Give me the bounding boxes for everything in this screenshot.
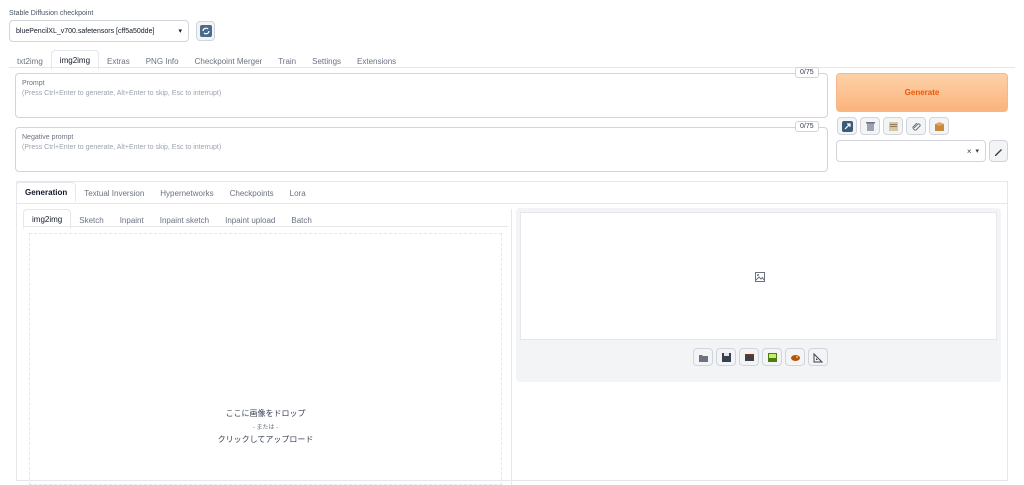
output-actions xyxy=(693,348,828,366)
negative-prompt-input[interactable]: Negative prompt (Press Ctrl+Enter to gen… xyxy=(15,127,828,172)
column-divider xyxy=(511,209,512,485)
generation-tabs-divider xyxy=(16,203,1008,204)
arrow-read-icon xyxy=(841,120,853,132)
generate-button[interactable]: Generate xyxy=(836,73,1008,112)
send-to-extras-icon xyxy=(813,352,823,362)
attach-button[interactable] xyxy=(906,117,926,135)
checkpoint-refresh-button[interactable] xyxy=(196,21,215,41)
generation-tabs: Generation Textual Inversion Hypernetwor… xyxy=(16,182,314,202)
tab-checkpoints[interactable]: Checkpoints xyxy=(222,184,282,202)
tab-lora[interactable]: Lora xyxy=(282,184,314,202)
zip-button[interactable] xyxy=(739,348,759,366)
send-to-extras-button[interactable] xyxy=(808,348,828,366)
checkpoint-value: bluePencilXL_v700.safetensors [cff5a50dd… xyxy=(16,27,155,35)
chevron-down-icon: ▾ xyxy=(975,148,979,155)
open-folder-button[interactable] xyxy=(693,348,713,366)
paperclip-icon xyxy=(911,122,921,131)
refresh-icon xyxy=(199,25,212,37)
folder-icon xyxy=(698,354,708,362)
trash-icon xyxy=(865,121,875,131)
read-params-button[interactable] xyxy=(837,117,857,135)
prompt-title: Prompt xyxy=(22,80,45,87)
checkpoint-label: Stable Diffusion checkpoint xyxy=(9,10,94,17)
negative-prompt-title: Negative prompt xyxy=(22,134,74,141)
save-icon xyxy=(721,352,731,362)
edit-styles-button[interactable] xyxy=(989,140,1008,162)
negative-prompt-placeholder: (Press Ctrl+Enter to generate, Alt+Enter… xyxy=(22,144,222,151)
prompt-token-counter: 0/75 xyxy=(795,67,819,78)
style-tools xyxy=(837,117,949,135)
chevron-down-icon: ▾ xyxy=(178,28,182,35)
image-dropzone[interactable]: ここに画像をドロップ - または - クリックしてアップロード xyxy=(29,233,502,485)
styles-select[interactable]: × ▾ xyxy=(836,140,986,162)
zip-icon xyxy=(744,353,754,361)
clear-icon[interactable]: × xyxy=(967,147,972,156)
checkpoint-select[interactable]: bluePencilXL_v700.safetensors [cff5a50dd… xyxy=(9,20,189,42)
prompt-input[interactable]: Prompt (Press Ctrl+Enter to generate, Al… xyxy=(15,73,828,118)
dropzone-line-or: - または - xyxy=(252,425,279,431)
dropzone-line-upload: クリックしてアップロード xyxy=(217,435,314,444)
clear-prompt-button[interactable] xyxy=(860,117,880,135)
clipboard-icon xyxy=(888,121,898,131)
clipboard-button[interactable] xyxy=(883,117,903,135)
negative-prompt-token-counter: 0/75 xyxy=(795,121,819,132)
send-to-inpaint-icon xyxy=(790,354,800,361)
save-button[interactable] xyxy=(716,348,736,366)
tabs-divider xyxy=(9,67,1015,68)
send-to-img2img-button[interactable] xyxy=(762,348,782,366)
send-to-inpaint-button[interactable] xyxy=(785,348,805,366)
image-tabs-divider xyxy=(23,226,508,227)
tab-generation[interactable]: Generation xyxy=(16,182,77,202)
extra-networks-button[interactable] xyxy=(929,117,949,135)
tab-hypernetworks[interactable]: Hypernetworks xyxy=(152,184,221,202)
output-gallery[interactable] xyxy=(520,212,997,340)
dropzone-line-drop: ここに画像をドロップ xyxy=(225,409,306,418)
box-icon xyxy=(934,121,944,131)
prompt-placeholder: (Press Ctrl+Enter to generate, Alt+Enter… xyxy=(22,90,222,97)
send-to-img2img-icon xyxy=(767,352,777,362)
tab-textual-inversion[interactable]: Textual Inversion xyxy=(76,184,152,202)
pencil-icon xyxy=(995,148,1002,156)
image-icon xyxy=(755,272,765,282)
